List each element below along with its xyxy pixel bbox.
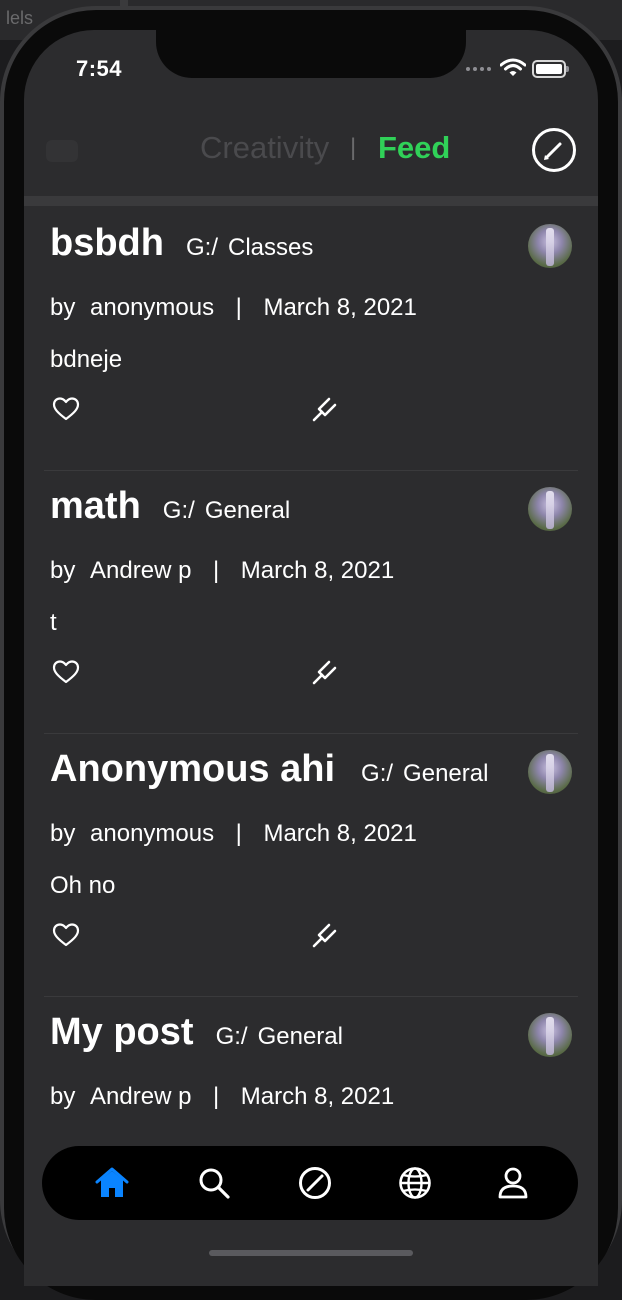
- tuning-fork-icon[interactable]: [310, 920, 340, 950]
- status-time: 7:54: [76, 56, 123, 81]
- home-indicator[interactable]: [209, 1250, 413, 1256]
- by-label: by: [50, 557, 76, 584]
- group-prefix: G:/: [215, 1023, 248, 1050]
- group-prefix: G:/: [361, 760, 394, 787]
- post-group[interactable]: G:/ Classes: [186, 234, 313, 262]
- tab-bar: [42, 1146, 578, 1220]
- avatar[interactable]: [528, 750, 572, 794]
- post-title: Anonymous ahi: [50, 748, 336, 790]
- post-group[interactable]: G:/ General: [163, 497, 290, 525]
- compass-icon[interactable]: [297, 1165, 333, 1201]
- battery-tip: [566, 66, 569, 72]
- by-label: by: [50, 820, 76, 847]
- heart-icon[interactable]: [52, 922, 80, 948]
- header-divider: [24, 196, 598, 206]
- post-group[interactable]: G:/ General: [216, 1023, 343, 1051]
- meta-separator: |: [212, 1083, 220, 1110]
- post-author[interactable]: anonymous: [90, 820, 214, 847]
- notch: [156, 30, 466, 78]
- tab-feed[interactable]: Feed: [378, 130, 450, 166]
- group-name: General: [257, 1023, 343, 1050]
- post-title: math: [50, 485, 141, 527]
- post-author[interactable]: Andrew p: [90, 557, 191, 584]
- post-title-row: Anonymous ahi G:/ General: [50, 748, 488, 791]
- compose-button[interactable]: [532, 128, 576, 172]
- tuning-fork-icon[interactable]: [310, 394, 340, 424]
- post-title-row: My post G:/ General: [50, 1011, 343, 1054]
- group-prefix: G:/: [185, 234, 218, 261]
- post-date: March 8, 2021: [263, 820, 417, 847]
- post-meta: by anonymous | March 8, 2021: [50, 820, 417, 848]
- post-title: My post: [50, 1011, 194, 1053]
- segment-separator: |: [350, 134, 357, 161]
- group-name: Classes: [228, 234, 314, 261]
- group-name: General: [204, 497, 291, 524]
- feed-header: Creativity | Feed: [24, 96, 598, 196]
- heart-icon[interactable]: [52, 396, 80, 422]
- signal-icon: [466, 67, 491, 71]
- avatar[interactable]: [528, 1013, 572, 1057]
- by-label: by: [50, 1083, 76, 1110]
- post-body: Oh no: [50, 872, 116, 899]
- home-icon[interactable]: [94, 1165, 130, 1201]
- profile-icon[interactable]: [495, 1165, 531, 1201]
- post-card[interactable]: bsbdh G:/ Classes by anonymous | March 8,…: [44, 208, 578, 471]
- globe-icon[interactable]: [397, 1165, 433, 1201]
- meta-separator: |: [235, 820, 242, 847]
- search-icon[interactable]: [196, 1165, 232, 1201]
- post-title-row: math G:/ General: [50, 485, 290, 528]
- post-date: March 8, 2021: [240, 1083, 395, 1110]
- post-date: March 8, 2021: [263, 294, 417, 321]
- post-title: bsbdh: [50, 222, 164, 264]
- heart-icon[interactable]: [52, 659, 80, 685]
- post-body: t: [50, 609, 57, 636]
- compose-icon: [544, 142, 562, 160]
- post-date: March 8, 2021: [240, 557, 395, 584]
- meta-separator: |: [235, 294, 242, 321]
- phone-frame: 7:54 Creativity | Feed bsbdh G:/ Classes …: [0, 0, 622, 1300]
- group-name: General: [403, 760, 489, 787]
- post-group[interactable]: G:/ General: [361, 760, 488, 788]
- tuning-fork-icon[interactable]: [310, 657, 340, 687]
- status-icons: [466, 58, 576, 80]
- post-card[interactable]: Anonymous ahi G:/ General by anonymous | …: [44, 734, 578, 997]
- battery-icon: [532, 60, 566, 78]
- by-label: by: [50, 294, 76, 321]
- post-author[interactable]: Andrew p: [90, 1083, 191, 1110]
- post-meta: by Andrew p | March 8, 2021: [50, 557, 394, 585]
- post-body: bdneje: [50, 346, 123, 373]
- post-meta: by anonymous | March 8, 2021: [50, 294, 417, 322]
- wifi-icon: [500, 58, 526, 76]
- group-prefix: G:/: [162, 497, 195, 524]
- post-title-row: bsbdh G:/ Classes: [50, 222, 313, 265]
- tab-creativity[interactable]: Creativity: [200, 130, 329, 166]
- post-card[interactable]: math G:/ General by Andrew p | March 8, 2…: [44, 471, 578, 734]
- post-meta: by Andrew p | March 8, 2021: [50, 1083, 394, 1111]
- meta-separator: |: [212, 557, 220, 584]
- post-author[interactable]: anonymous: [90, 294, 214, 321]
- avatar[interactable]: [528, 224, 572, 268]
- avatar[interactable]: [528, 487, 572, 531]
